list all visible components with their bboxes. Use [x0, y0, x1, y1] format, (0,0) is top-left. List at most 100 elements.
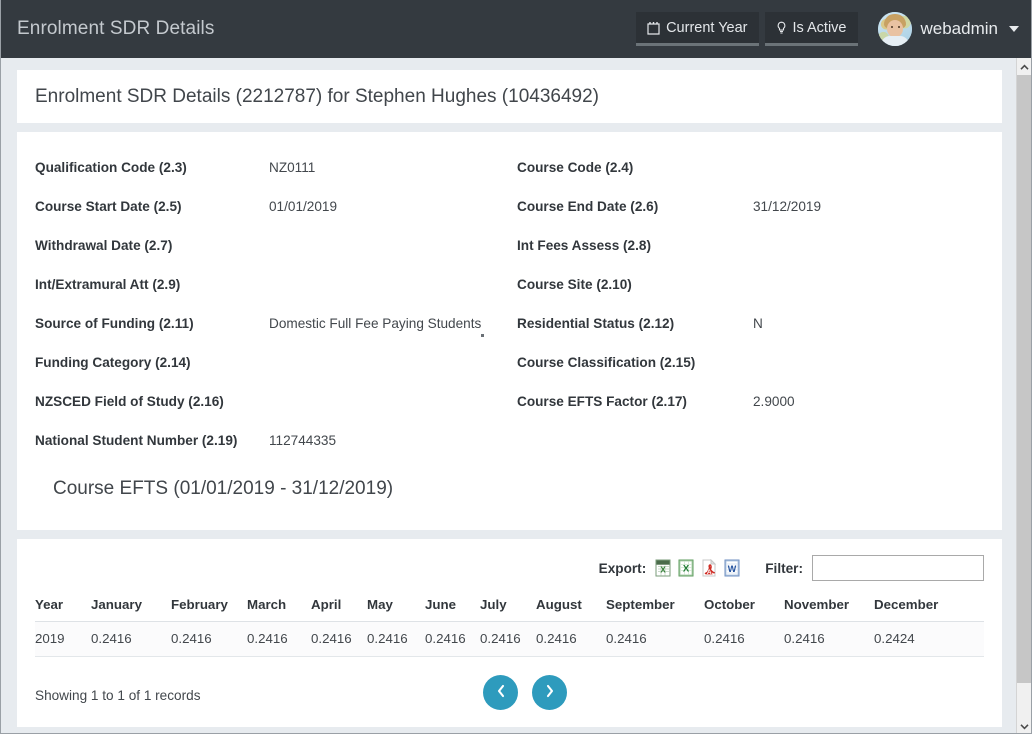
scrollbar-thumb[interactable] [1017, 75, 1031, 683]
field-value-course-efts-factor: 2.9000 [753, 394, 795, 409]
next-page-button[interactable] [532, 675, 567, 710]
column-header-february[interactable]: February [171, 597, 247, 622]
user-name: webadmin [920, 19, 999, 38]
column-header-april[interactable]: April [311, 597, 367, 622]
cell-january: 0.2416 [91, 621, 171, 657]
scroll-up-button[interactable] [1017, 58, 1031, 76]
field-label-course-site: Course Site (2.10) [517, 277, 632, 292]
field-label-residential-status: Residential Status (2.12) [517, 316, 675, 331]
cell-july: 0.2416 [480, 621, 536, 657]
field-label-course-classification: Course Classification (2.15) [517, 355, 696, 370]
column-header-december[interactable]: December [874, 597, 984, 622]
column-header-january[interactable]: January [91, 597, 171, 622]
cell-february: 0.2416 [171, 621, 247, 657]
chevron-down-icon [1020, 717, 1029, 734]
column-header-year[interactable]: Year [35, 597, 91, 622]
field-label-int-fees-assess: Int Fees Assess (2.8) [517, 238, 651, 253]
export-excel-icon[interactable]: X [678, 559, 695, 577]
page-heading: Enrolment SDR Details (2212787) for Step… [35, 85, 599, 107]
column-header-november[interactable]: November [784, 597, 874, 622]
filter-label: Filter: [765, 560, 803, 576]
calendar-icon [647, 21, 660, 35]
efts-table: Year January February March April May Ju… [35, 597, 984, 657]
vertical-scrollbar[interactable] [1016, 58, 1031, 734]
navbar-right-group: Current Year Is Active webadmin [636, 12, 1019, 46]
field-value-source-of-funding: Domestic Full Fee Paying Students [269, 304, 517, 343]
cell-october: 0.2416 [704, 621, 784, 657]
field-label-nzsced-field-of-study: NZSCED Field of Study (2.16) [35, 394, 224, 409]
chevron-right-icon [544, 684, 556, 701]
cell-august: 0.2416 [536, 621, 606, 657]
top-navbar: Enrolment SDR Details Current Year Is Ac… [1, 0, 1031, 58]
svg-text:A: A [707, 569, 712, 576]
detail-field-grid: Qualification Code (2.3) NZ0111 Course C… [35, 148, 984, 460]
user-menu[interactable]: webadmin [877, 12, 1019, 46]
field-label-course-start-date: Course Start Date (2.5) [35, 199, 182, 214]
cell-march: 0.2416 [247, 621, 311, 657]
column-header-august[interactable]: August [536, 597, 606, 622]
column-header-june[interactable]: June [425, 597, 480, 622]
cell-december: 0.2424 [874, 621, 984, 657]
field-label-course-end-date: Course End Date (2.6) [517, 199, 659, 214]
table-header-row: Year January February March April May Ju… [35, 597, 984, 622]
field-value-national-student-number: 112744335 [269, 433, 337, 448]
cell-september: 0.2416 [606, 621, 704, 657]
field-value-residential-status: N [753, 316, 763, 331]
lightbulb-icon [776, 21, 787, 35]
column-header-october[interactable]: October [704, 597, 784, 622]
column-header-july[interactable]: July [480, 597, 536, 622]
filter-input[interactable] [812, 555, 984, 581]
is-active-button[interactable]: Is Active [764, 12, 858, 46]
text-artifact-dot [481, 334, 485, 337]
records-info: Showing 1 to 1 of 1 records [35, 687, 201, 703]
field-value-course-start-date: 01/01/2019 [269, 199, 338, 214]
column-header-may[interactable]: May [367, 597, 425, 622]
column-header-september[interactable]: September [606, 597, 704, 622]
export-word-icon[interactable]: W [724, 559, 741, 577]
efts-table-card: Export: X X A W Filter: Year January Feb… [17, 539, 1002, 727]
table-row[interactable]: 2019 0.2416 0.2416 0.2416 0.2416 0.2416 … [35, 621, 984, 657]
field-label-course-efts-factor: Course EFTS Factor (2.17) [517, 394, 687, 409]
field-label-withdrawal-date: Withdrawal Date (2.7) [35, 238, 173, 253]
course-efts-heading: Course EFTS (01/01/2019 - 31/12/2019) [53, 478, 394, 499]
table-toolbar: Export: X X A W Filter: [35, 553, 984, 583]
field-label-funding-category: Funding Category (2.14) [35, 355, 191, 370]
chevron-up-icon [1020, 58, 1029, 76]
export-label: Export: [598, 560, 647, 576]
field-label-course-code: Course Code (2.4) [517, 160, 634, 175]
scroll-down-button[interactable] [1017, 717, 1031, 734]
field-label-source-of-funding: Source of Funding (2.11) [35, 316, 194, 331]
export-pdf-icon[interactable]: A [701, 558, 718, 577]
svg-text:X: X [683, 564, 690, 575]
field-label-national-student-number: National Student Number (2.19) [35, 433, 238, 448]
field-label-int-extramural-att: Int/Extramural Att (2.9) [35, 277, 181, 292]
cell-year: 2019 [35, 621, 91, 657]
cell-may: 0.2416 [367, 621, 425, 657]
course-efts-heading-wrap: Course EFTS (01/01/2019 - 31/12/2019) [35, 460, 984, 520]
cell-november: 0.2416 [784, 621, 874, 657]
current-year-label: Current Year [666, 19, 748, 36]
avatar [877, 12, 912, 46]
page-title-card: Enrolment SDR Details (2212787) for Step… [17, 70, 1002, 123]
sdr-details-card: Qualification Code (2.3) NZ0111 Course C… [17, 132, 1002, 530]
field-label-qualification-code: Qualification Code (2.3) [35, 160, 187, 175]
svg-text:X: X [661, 566, 667, 575]
chevron-down-icon [1009, 26, 1019, 32]
current-year-button[interactable]: Current Year [636, 12, 759, 46]
page-body: Enrolment SDR Details (2212787) for Step… [1, 58, 1018, 733]
previous-page-button[interactable] [483, 675, 518, 710]
is-active-label: Is Active [792, 19, 847, 36]
cell-june: 0.2416 [425, 621, 480, 657]
export-xml-icon[interactable]: X [655, 559, 672, 577]
field-value-qualification-code: NZ0111 [269, 160, 316, 175]
field-value-course-end-date: 31/12/2019 [753, 199, 822, 214]
table-footer: Showing 1 to 1 of 1 records [35, 675, 984, 715]
cell-april: 0.2416 [311, 621, 367, 657]
export-icon-group: X X A W [655, 558, 741, 577]
browser-viewport: Enrolment SDR Details Current Year Is Ac… [0, 0, 1032, 734]
pagination-controls [483, 675, 567, 710]
svg-text:W: W [728, 564, 737, 574]
page-title: Enrolment SDR Details [17, 18, 215, 39]
chevron-left-icon [495, 684, 507, 701]
column-header-march[interactable]: March [247, 597, 311, 622]
